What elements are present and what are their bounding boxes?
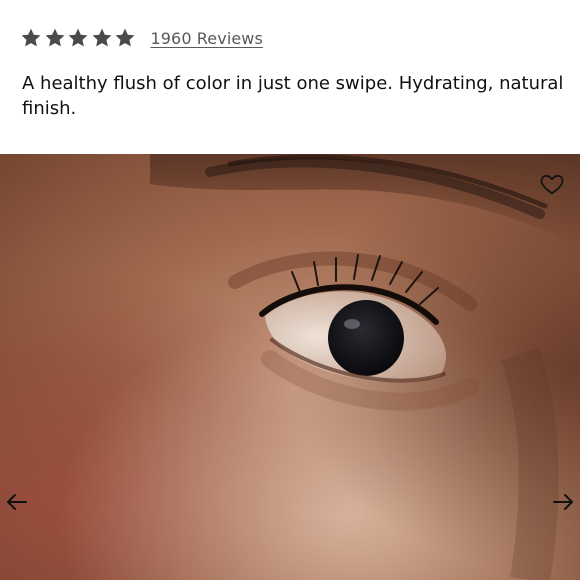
rating-row: 1960 Reviews <box>20 24 263 52</box>
star-rating <box>20 27 138 49</box>
previous-image-button[interactable] <box>3 488 31 516</box>
star-icon <box>44 27 66 49</box>
arrow-right-icon <box>553 494 573 510</box>
star-icon <box>91 27 113 49</box>
heart-outline-icon <box>540 175 564 195</box>
reviews-link[interactable]: 1960 Reviews <box>151 29 263 48</box>
eye-closeup-photo <box>0 154 580 580</box>
product-page: 1960 Reviews A healthy flush of color in… <box>0 0 580 580</box>
star-icon <box>67 27 89 49</box>
arrow-left-icon <box>7 494 27 510</box>
product-description: A healthy flush of color in just one swi… <box>22 73 564 119</box>
next-image-button[interactable] <box>549 488 577 516</box>
star-icon <box>114 27 136 49</box>
wishlist-button[interactable] <box>538 170 566 198</box>
product-image-gallery[interactable] <box>0 154 580 580</box>
star-icon <box>20 27 42 49</box>
